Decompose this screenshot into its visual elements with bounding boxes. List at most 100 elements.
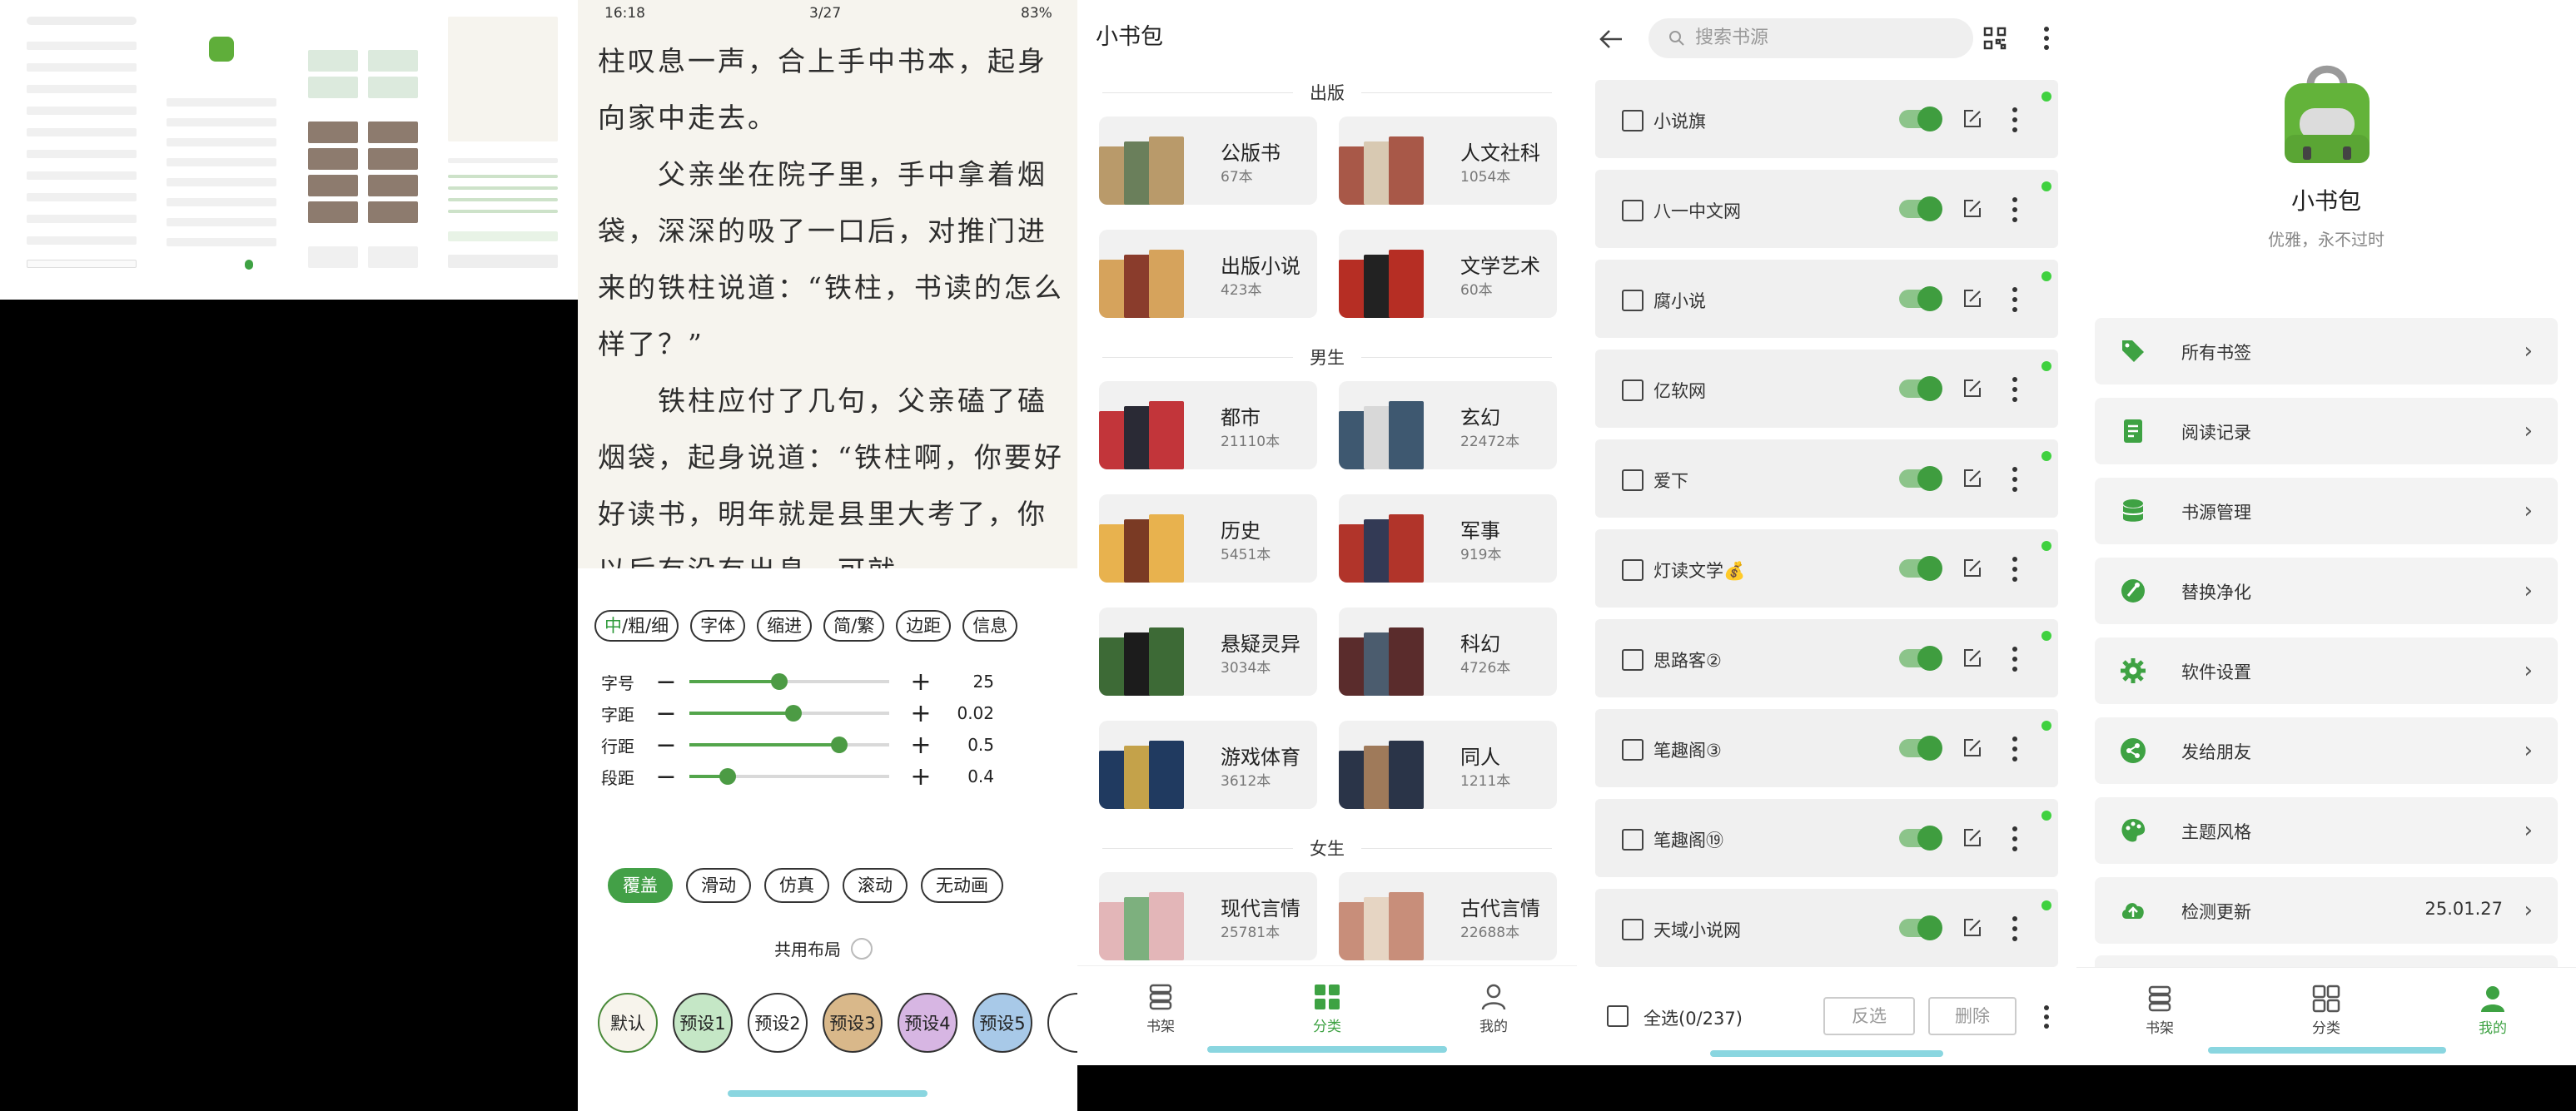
- preset-theme-more[interactable]: [1047, 993, 1077, 1053]
- font-chip[interactable]: 字体: [690, 610, 746, 642]
- more-vert-icon[interactable]: [2043, 1004, 2050, 1030]
- source-checkbox[interactable]: [1622, 559, 1644, 581]
- more-vert-icon[interactable]: [2012, 374, 2018, 404]
- source-enable-toggle[interactable]: [1899, 736, 1942, 761]
- scan-qr-icon[interactable]: [1982, 25, 2008, 52]
- margin-chip[interactable]: 边距: [896, 610, 952, 642]
- source-enable-toggle[interactable]: [1899, 286, 1942, 311]
- category-card[interactable]: 悬疑灵异 3034本: [1099, 608, 1317, 696]
- category-card[interactable]: 人文社科 1054本: [1339, 117, 1557, 205]
- source-checkbox[interactable]: [1622, 829, 1644, 851]
- edit-icon[interactable]: [1962, 108, 1983, 130]
- edit-icon[interactable]: [1962, 917, 1983, 939]
- shared-layout-radio[interactable]: [851, 937, 873, 960]
- more-vert-icon[interactable]: [2012, 285, 2018, 315]
- slider-track[interactable]: [689, 673, 889, 690]
- source-row[interactable]: 亿软网: [1595, 350, 2058, 428]
- more-vert-icon[interactable]: [2012, 554, 2018, 584]
- source-checkbox[interactable]: [1622, 110, 1644, 131]
- slider-handle[interactable]: [831, 737, 848, 753]
- edit-icon[interactable]: [1962, 378, 1983, 399]
- source-row[interactable]: 小说旗: [1595, 80, 2058, 158]
- anim-none-button[interactable]: 无动画: [921, 868, 1003, 903]
- slider-track[interactable]: [689, 705, 889, 722]
- source-checkbox[interactable]: [1622, 919, 1644, 940]
- more-vert-icon[interactable]: [2012, 644, 2018, 674]
- select-all-checkbox[interactable]: [1607, 1005, 1629, 1027]
- source-row[interactable]: 腐小说: [1595, 260, 2058, 338]
- slider-track[interactable]: [689, 768, 889, 785]
- source-row[interactable]: 八一中文网: [1595, 170, 2058, 248]
- more-vert-icon[interactable]: [2043, 25, 2050, 52]
- menu-row[interactable]: 发给朋友 ›: [2095, 717, 2558, 784]
- category-card[interactable]: 科幻 4726本: [1339, 608, 1557, 696]
- more-vert-icon[interactable]: [2012, 914, 2018, 944]
- edit-icon[interactable]: [1962, 737, 1983, 759]
- nav-category[interactable]: 分类: [1277, 983, 1377, 1035]
- increase-button[interactable]: +: [906, 667, 936, 697]
- slider-handle[interactable]: [719, 768, 736, 785]
- nav-bookshelf[interactable]: 书架: [2110, 985, 2210, 1037]
- source-checkbox[interactable]: [1622, 379, 1644, 401]
- decrease-button[interactable]: −: [651, 699, 681, 728]
- category-card[interactable]: 出版小说 423本: [1099, 230, 1317, 318]
- edit-icon[interactable]: [1962, 647, 1983, 669]
- invert-select-button[interactable]: 反选: [1823, 997, 1915, 1035]
- menu-row[interactable]: 检测更新 25.01.27 ›: [2095, 877, 2558, 944]
- shared-layout-option[interactable]: 共用布局: [774, 936, 873, 960]
- preset-theme-button[interactable]: 预设5: [972, 993, 1032, 1053]
- decrease-button[interactable]: −: [651, 667, 681, 697]
- category-card[interactable]: 军事 919本: [1339, 494, 1557, 583]
- anim-simulation-button[interactable]: 仿真: [764, 868, 829, 903]
- preset-theme-button[interactable]: 预设3: [823, 993, 883, 1053]
- reader-content[interactable]: 柱叹息一声，合上手中书本，起身向家中走去。 父亲坐在院子里，手中拿着烟袋，深深的…: [598, 33, 1064, 599]
- increase-button[interactable]: +: [906, 699, 936, 728]
- source-checkbox[interactable]: [1622, 649, 1644, 671]
- more-vert-icon[interactable]: [2012, 464, 2018, 494]
- source-row[interactable]: 爱下: [1595, 439, 2058, 518]
- source-row[interactable]: 笔趣阁⑲: [1595, 799, 2058, 877]
- decrease-button[interactable]: −: [651, 731, 681, 760]
- info-chip[interactable]: 信息: [962, 610, 1018, 642]
- edit-icon[interactable]: [1962, 468, 1983, 489]
- edit-icon[interactable]: [1962, 288, 1983, 310]
- category-card[interactable]: 历史 5451本: [1099, 494, 1317, 583]
- preset-theme-button[interactable]: 默认: [598, 993, 658, 1053]
- edit-icon[interactable]: [1962, 198, 1983, 220]
- simplified-traditional-chip[interactable]: 简/繁: [823, 610, 885, 642]
- nav-mine[interactable]: 我的: [1444, 983, 1544, 1035]
- indent-chip[interactable]: 缩进: [757, 610, 813, 642]
- search-input[interactable]: 搜索书源: [1649, 18, 1973, 58]
- nav-bookshelf[interactable]: 书架: [1111, 983, 1211, 1035]
- source-row[interactable]: 灯读文学💰: [1595, 529, 2058, 608]
- category-card[interactable]: 公版书 67本: [1099, 117, 1317, 205]
- category-card[interactable]: 都市 21110本: [1099, 381, 1317, 469]
- more-vert-icon[interactable]: [2012, 195, 2018, 225]
- more-vert-icon[interactable]: [2012, 734, 2018, 764]
- source-enable-toggle[interactable]: [1899, 376, 1942, 401]
- source-checkbox[interactable]: [1622, 290, 1644, 311]
- back-arrow-icon[interactable]: [1597, 25, 1625, 53]
- source-row[interactable]: 天域小说网: [1595, 889, 2058, 967]
- anim-scroll-button[interactable]: 滚动: [843, 868, 908, 903]
- menu-row[interactable]: 替换净化 ›: [2095, 558, 2558, 624]
- more-vert-icon[interactable]: [2012, 824, 2018, 854]
- source-checkbox[interactable]: [1622, 469, 1644, 491]
- nav-mine[interactable]: 我的: [2443, 985, 2543, 1037]
- increase-button[interactable]: +: [906, 762, 936, 791]
- slider-handle[interactable]: [771, 673, 788, 690]
- source-checkbox[interactable]: [1622, 200, 1644, 221]
- slider-track[interactable]: [689, 737, 889, 753]
- source-enable-toggle[interactable]: [1899, 826, 1942, 851]
- category-card[interactable]: 文学艺术 60本: [1339, 230, 1557, 318]
- source-enable-toggle[interactable]: [1899, 646, 1942, 671]
- preset-theme-button[interactable]: 预设4: [898, 993, 957, 1053]
- source-enable-toggle[interactable]: [1899, 466, 1942, 491]
- category-card[interactable]: 游戏体育 3612本: [1099, 721, 1317, 809]
- slider-handle[interactable]: [784, 705, 802, 722]
- anim-slide-button[interactable]: 滑动: [686, 868, 751, 903]
- increase-button[interactable]: +: [906, 731, 936, 760]
- source-row[interactable]: 笔趣阁③: [1595, 709, 2058, 787]
- source-enable-toggle[interactable]: [1899, 107, 1942, 131]
- menu-row[interactable]: 所有书签 ›: [2095, 318, 2558, 384]
